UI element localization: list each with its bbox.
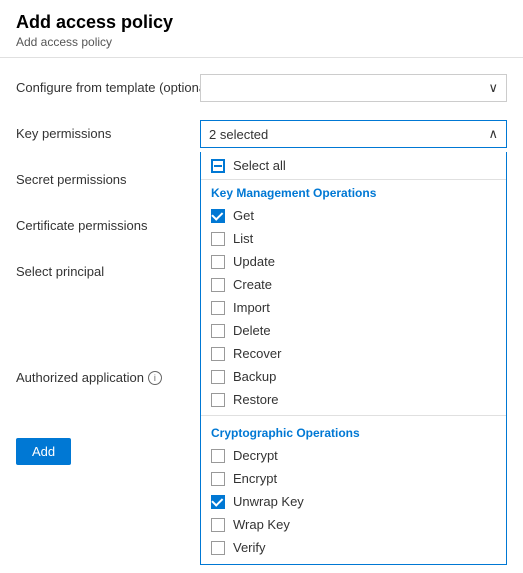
label-delete[interactable]: Delete (233, 323, 271, 338)
checkbox-row-create: Create (201, 273, 506, 296)
checkbox-sign[interactable] (211, 564, 225, 566)
certificate-permissions-label: Certificate permissions (16, 212, 148, 240)
section-divider (201, 415, 506, 416)
form-fields: Configure from template (optional) Key p… (0, 58, 200, 573)
cryptographic-section-header: Cryptographic Operations (201, 420, 506, 444)
checkbox-row-sign: Sign (201, 559, 506, 565)
select-principal-label: Select principal (16, 258, 104, 286)
key-permissions-field-row: Key permissions (16, 120, 184, 148)
key-permissions-chevron-up-icon: ∧ (488, 126, 498, 142)
label-import[interactable]: Import (233, 300, 270, 315)
select-all-row: Select all (201, 152, 506, 180)
checkbox-row-recover: Recover (201, 342, 506, 365)
label-restore[interactable]: Restore (233, 392, 279, 407)
label-wrap-key[interactable]: Wrap Key (233, 517, 290, 532)
label-verify[interactable]: Verify (233, 540, 266, 555)
label-recover[interactable]: Recover (233, 346, 281, 361)
header: Add access policy Add access policy (0, 0, 523, 58)
label-sign[interactable]: Sign (233, 563, 259, 565)
checkbox-row-encrypt: Encrypt (201, 467, 506, 490)
page-subtitle: Add access policy (16, 35, 507, 49)
checkbox-row-restore: Restore (201, 388, 506, 411)
add-button[interactable]: Add (16, 438, 71, 465)
select-principal-field-row: Select principal (16, 258, 184, 286)
key-permissions-panel: Select all Key Management Operations Get… (200, 152, 507, 565)
checkbox-row-decrypt: Decrypt (201, 444, 506, 467)
configure-chevron-down-icon: ∨ (488, 80, 498, 96)
checkbox-row-import: Import (201, 296, 506, 319)
checkbox-create[interactable] (211, 278, 225, 292)
checkbox-recover[interactable] (211, 347, 225, 361)
checkbox-delete[interactable] (211, 324, 225, 338)
checkbox-row-list: List (201, 227, 506, 250)
key-management-section-header: Key Management Operations (201, 180, 506, 204)
checkbox-encrypt[interactable] (211, 472, 225, 486)
checkbox-verify[interactable] (211, 541, 225, 555)
secret-permissions-label: Secret permissions (16, 166, 127, 194)
select-all-checkbox[interactable] (211, 159, 225, 173)
checkbox-unwrap-key[interactable] (211, 495, 225, 509)
checkbox-update[interactable] (211, 255, 225, 269)
label-create[interactable]: Create (233, 277, 272, 292)
certificate-permissions-field-row: Certificate permissions (16, 212, 184, 240)
checkbox-wrap-key[interactable] (211, 518, 225, 532)
checkbox-list[interactable] (211, 232, 225, 246)
page-title: Add access policy (16, 12, 507, 33)
checkbox-row-update: Update (201, 250, 506, 273)
label-list[interactable]: List (233, 231, 253, 246)
configure-field-row: Configure from template (optional) (16, 74, 184, 102)
label-get[interactable]: Get (233, 208, 254, 223)
checkbox-decrypt[interactable] (211, 449, 225, 463)
key-permissions-value: 2 selected (209, 127, 268, 142)
checkbox-row-get: Get (201, 204, 506, 227)
dropdown-area: ∨ 2 selected ∧ Select all Key Management… (200, 58, 523, 573)
configure-template-dropdown[interactable]: ∨ (200, 74, 507, 102)
authorized-application-field-row: Authorized application i (16, 364, 184, 392)
label-backup[interactable]: Backup (233, 369, 276, 384)
secret-permissions-field-row: Secret permissions (16, 166, 184, 194)
checkbox-row-backup: Backup (201, 365, 506, 388)
label-decrypt[interactable]: Decrypt (233, 448, 278, 463)
authorized-application-label: Authorized application i (16, 364, 162, 392)
checkbox-backup[interactable] (211, 370, 225, 384)
checkbox-restore[interactable] (211, 393, 225, 407)
label-update[interactable]: Update (233, 254, 275, 269)
configure-label: Configure from template (optional) (16, 74, 213, 102)
label-unwrap-key[interactable]: Unwrap Key (233, 494, 304, 509)
checkbox-row-wrap-key: Wrap Key (201, 513, 506, 536)
checkbox-row-delete: Delete (201, 319, 506, 342)
checkbox-row-unwrap-key: Unwrap Key (201, 490, 506, 513)
label-encrypt[interactable]: Encrypt (233, 471, 277, 486)
key-permissions-dropdown[interactable]: 2 selected ∧ (200, 120, 507, 148)
info-icon[interactable]: i (148, 371, 162, 385)
checkbox-get[interactable] (211, 209, 225, 223)
page-container: Add access policy Add access policy Conf… (0, 0, 523, 573)
select-all-label[interactable]: Select all (233, 158, 286, 173)
checkbox-row-verify: Verify (201, 536, 506, 559)
checkbox-import[interactable] (211, 301, 225, 315)
form-area: Configure from template (optional) Key p… (0, 58, 523, 573)
key-permissions-label: Key permissions (16, 120, 111, 148)
